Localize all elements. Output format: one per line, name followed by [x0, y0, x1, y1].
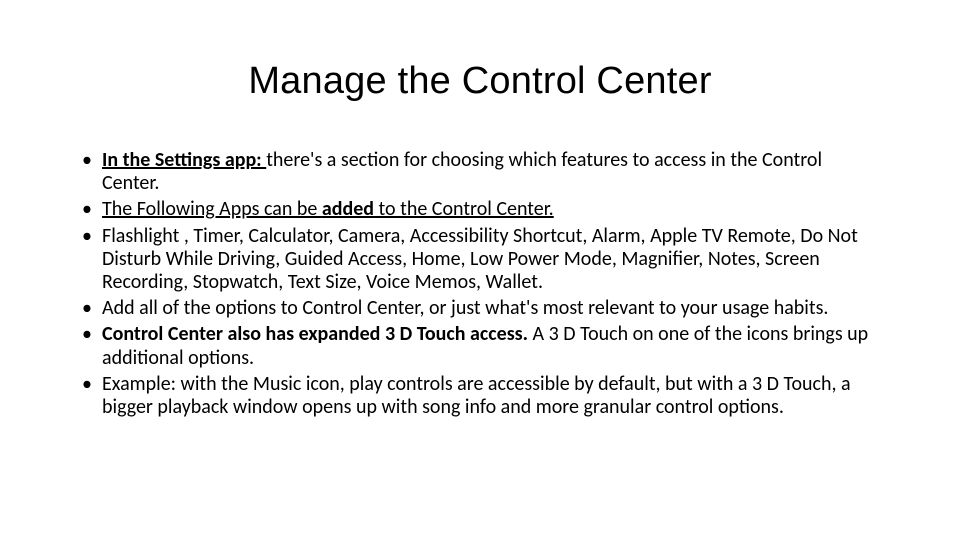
bullet-text: to the Control Center. [374, 197, 554, 221]
bullet-text: Example: with the Music icon, play contr… [102, 372, 851, 419]
bullet-item: In the Settings app: there's a section f… [80, 149, 880, 195]
slide-title: Manage the Control Center [80, 60, 880, 103]
bullet-item: Flashlight , Timer, Calculator, Camera, … [80, 225, 880, 295]
bullet-text: The Following Apps can be [102, 197, 322, 221]
bullet-text-bold: In the Settings app: [102, 148, 266, 172]
bullet-item: Control Center also has expanded 3 D Tou… [80, 323, 880, 369]
bullet-item: Add all of the options to Control Center… [80, 297, 880, 320]
slide-container: Manage the Control Center In the Setting… [0, 0, 960, 540]
bullet-text-bold: Control Center also has expanded 3 D Tou… [102, 322, 533, 346]
bullet-text: Add all of the options to Control Center… [102, 296, 828, 320]
bullet-text-bold: added [322, 197, 374, 221]
bullet-item: The Following Apps can be added to the C… [80, 198, 880, 221]
bullet-item: Example: with the Music icon, play contr… [80, 373, 880, 419]
bullet-list: In the Settings app: there's a section f… [80, 149, 880, 419]
bullet-text: Flashlight , Timer, Calculator, Camera, … [102, 224, 858, 294]
